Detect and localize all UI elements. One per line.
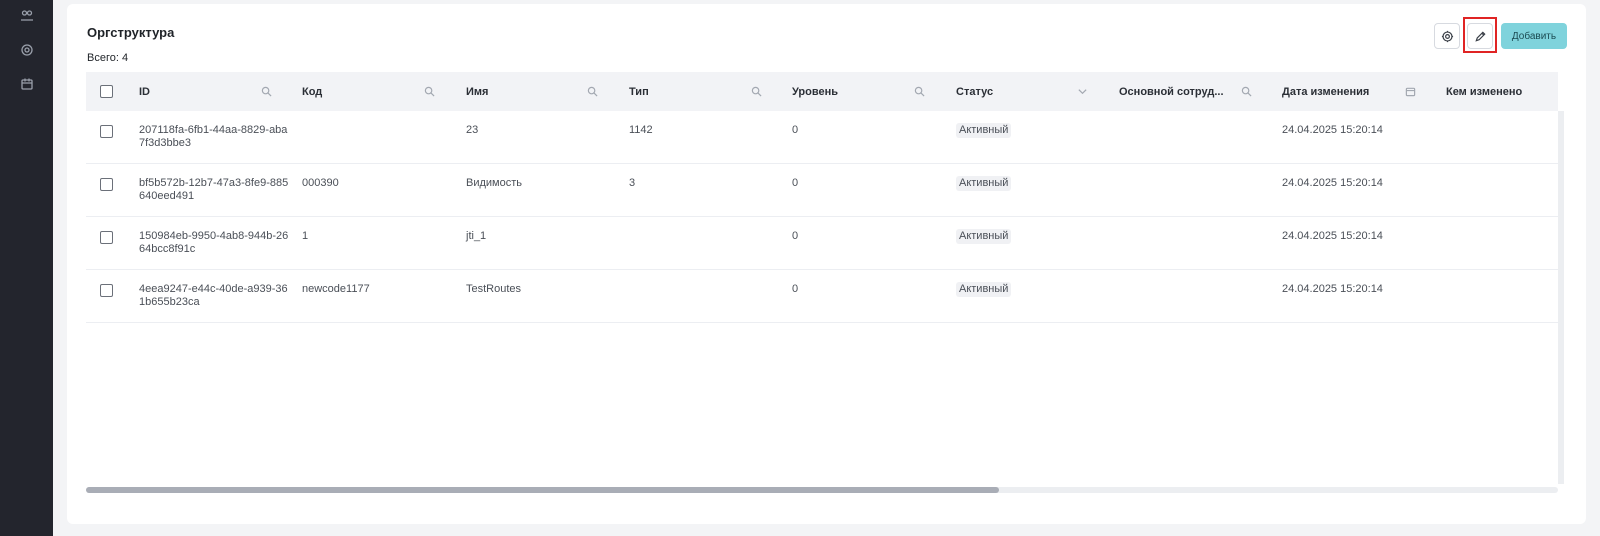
org-table: ID Код Имя Тип Уровень Статус Основной с… — [86, 72, 1558, 484]
status-badge: Активный — [956, 123, 1012, 138]
cell-name: Видимость — [466, 177, 522, 189]
calendar-icon[interactable] — [18, 75, 35, 92]
column-header-name[interactable]: Имя — [466, 72, 488, 111]
column-header-id[interactable]: ID — [139, 72, 150, 111]
column-header-employee[interactable]: Основной сотруд... — [1119, 72, 1224, 111]
status-badge: Активный — [956, 229, 1012, 244]
cell-type: 1142 — [629, 124, 653, 136]
org-structure-panel: Оргструктура Всего: 4 Добавить ID Код Им… — [67, 4, 1586, 524]
cell-name: 23 — [466, 124, 479, 136]
cell-level: 0 — [792, 177, 799, 189]
chevron-down-icon[interactable] — [1076, 85, 1089, 98]
table-settings-button[interactable] — [1434, 23, 1460, 49]
cell-changed-date: 24.04.2025 15:20:14 — [1282, 177, 1383, 189]
cell-id: 150984eb-9950-4ab8-944b-2664bcc8f91c — [139, 230, 289, 255]
column-header-changed-by[interactable]: Кем изменено — [1446, 72, 1522, 111]
cell-id: bf5b572b-12b7-47a3-8fe9-885640eed491 — [139, 177, 289, 202]
cell-id: 4eea9247-e44c-40de-a939-361b655b23ca — [139, 283, 288, 308]
horizontal-scrollbar-thumb[interactable] — [86, 487, 999, 493]
cell-changed-date: 24.04.2025 15:20:14 — [1282, 124, 1383, 136]
column-header-changed-date[interactable]: Дата изменения — [1282, 72, 1369, 111]
cell-code: newcode1177 — [302, 283, 370, 295]
row-checkbox[interactable] — [100, 125, 113, 138]
search-icon[interactable] — [586, 85, 599, 98]
cell-name: TestRoutes — [466, 283, 522, 295]
row-checkbox[interactable] — [100, 231, 113, 244]
column-header-code[interactable]: Код — [302, 72, 322, 111]
users-icon[interactable] — [18, 7, 35, 24]
add-button[interactable]: Добавить — [1501, 23, 1567, 49]
search-icon[interactable] — [750, 85, 763, 98]
calendar-icon[interactable] — [1404, 85, 1417, 98]
row-checkbox[interactable] — [100, 284, 113, 297]
cell-level: 0 — [792, 230, 799, 242]
cell-changed-date: 24.04.2025 15:20:14 — [1282, 283, 1383, 295]
table-header: ID Код Имя Тип Уровень Статус Основной с… — [86, 72, 1558, 111]
status-badge: Активный — [956, 282, 1012, 297]
table-row[interactable]: 207118fa-6fb1-44aa-8829-aba7f3d3bbe3 23 … — [86, 111, 1558, 164]
table-row[interactable]: 150984eb-9950-4ab8-944b-2664bcc8f91c 1 j… — [86, 217, 1558, 270]
total-count: Всего: 4 — [87, 52, 129, 64]
status-badge: Активный — [956, 176, 1012, 191]
page-title: Оргструктура — [87, 25, 175, 40]
row-checkbox[interactable] — [100, 178, 113, 191]
cell-code: 1 — [302, 230, 309, 242]
vertical-scrollbar[interactable] — [1558, 111, 1564, 484]
cell-id: 207118fa-6fb1-44aa-8829-aba7f3d3bbe3 — [139, 124, 288, 149]
search-icon[interactable] — [423, 85, 436, 98]
gear-icon — [1441, 30, 1453, 42]
table-row[interactable]: bf5b572b-12b7-47a3-8fe9-885640eed491 000… — [86, 164, 1558, 217]
search-icon[interactable] — [913, 85, 926, 98]
column-header-status[interactable]: Статус — [956, 72, 993, 111]
table-row[interactable]: 4eea9247-e44c-40de-a939-361b655b23ca new… — [86, 270, 1558, 323]
cell-type: 3 — [629, 177, 636, 189]
cell-name: jti_1 — [466, 230, 487, 242]
cell-level: 0 — [792, 283, 799, 295]
column-header-type[interactable]: Тип — [629, 72, 649, 111]
gear-icon[interactable] — [18, 41, 35, 58]
edit-button-highlight — [1463, 17, 1497, 53]
search-icon[interactable] — [260, 85, 273, 98]
cell-level: 0 — [792, 124, 799, 136]
cell-code: 000390 — [302, 177, 339, 189]
cell-changed-date: 24.04.2025 15:20:14 — [1282, 230, 1383, 242]
select-all-checkbox[interactable] — [100, 85, 113, 98]
column-header-level[interactable]: Уровень — [792, 72, 838, 111]
sidebar — [0, 0, 53, 536]
search-icon[interactable] — [1240, 85, 1253, 98]
